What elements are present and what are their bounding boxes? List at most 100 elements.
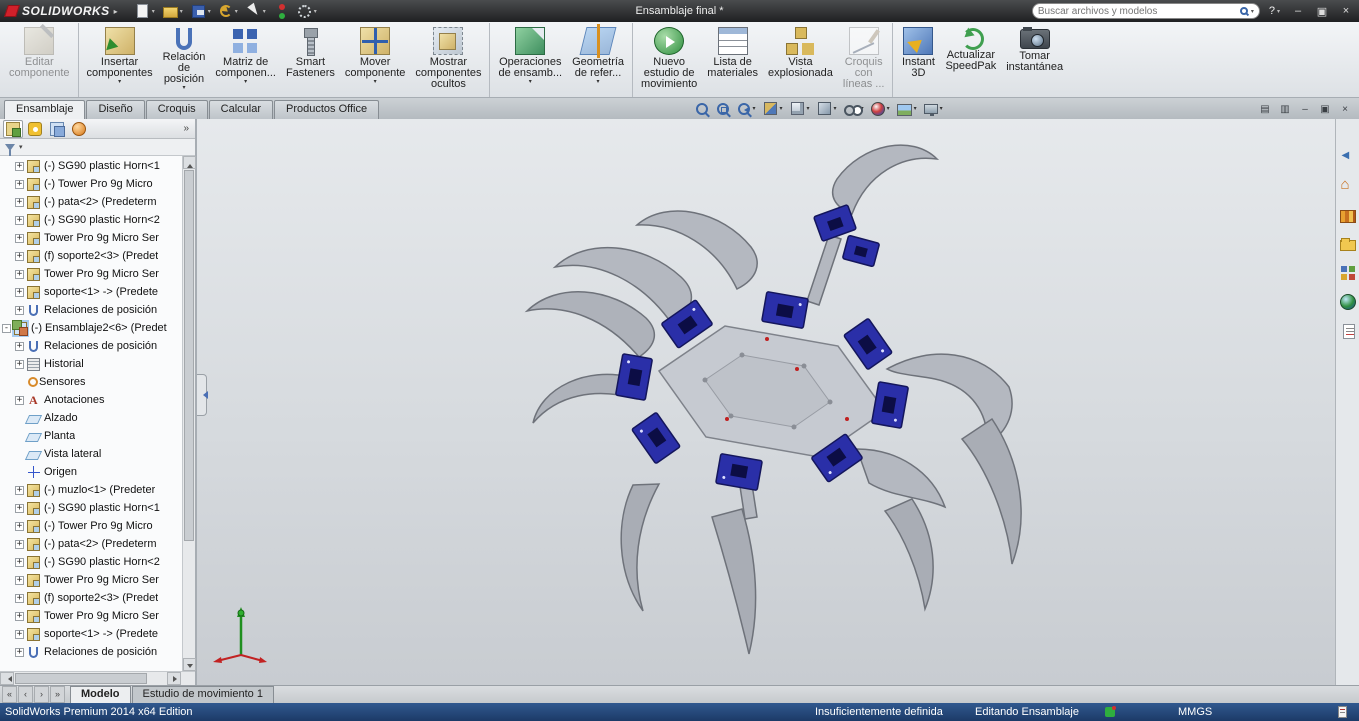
expand-toggle[interactable]: + [15, 521, 24, 531]
tab-modelo[interactable]: Modelo [70, 686, 131, 703]
open-document-button[interactable]: ▾ [160, 3, 186, 19]
expand-toggle[interactable]: + [15, 251, 24, 261]
dropdown-caret-icon[interactable]: ▾ [314, 8, 317, 15]
tree-item[interactable]: + Tower Pro 9g Micro Ser [0, 607, 182, 625]
design-library-button[interactable] [1338, 205, 1358, 225]
last-tab-button[interactable]: » [50, 686, 65, 703]
tree-item[interactable]: + (-) muzlo<1> (Predeter [0, 481, 182, 499]
hide-show-items-button[interactable]: ▾ [842, 100, 866, 117]
editar-componente-button[interactable]: Editar componente [4, 23, 75, 97]
expand-toggle[interactable]: + [15, 197, 24, 207]
task-pane-collapse-button[interactable] [1338, 147, 1358, 167]
tree-item[interactable]: Vista lateral [0, 445, 182, 463]
quick-tips-icon[interactable] [1105, 706, 1116, 717]
graphics-area[interactable] [197, 119, 1335, 685]
tree-item[interactable]: + (-) pata<2> (Predeterm [0, 193, 182, 211]
tree-item[interactable]: + Anotaciones [0, 391, 182, 409]
actualizar-speedpak-button[interactable]: Actualizar SpeedPak [940, 23, 1001, 97]
units-selector[interactable]: MMGS [1178, 703, 1212, 721]
mover-componente-button[interactable]: Mover componente ▾ [340, 23, 411, 97]
save-button[interactable]: ▾ [188, 3, 214, 20]
expand-toggle[interactable] [15, 432, 24, 441]
solidworks-resources-button[interactable] [1338, 176, 1358, 196]
magnifier-icon[interactable] [1239, 7, 1248, 15]
tree-item[interactable]: Planta [0, 427, 182, 445]
expand-toggle[interactable]: + [15, 395, 24, 405]
expand-toggle[interactable]: + [15, 161, 24, 171]
select-button[interactable]: ▾ [243, 3, 269, 20]
tree-item[interactable]: + (-) Tower Pro 9g Micro [0, 175, 182, 193]
next-tab-button[interactable]: › [34, 686, 49, 703]
vista-explosionada-button[interactable]: Vista explosionada [763, 23, 838, 97]
instant-3d-button[interactable]: Instant 3D [892, 23, 940, 97]
matriz-de-componentes-button[interactable]: Matriz de componen... ▾ [210, 23, 281, 97]
filter-caret-icon[interactable]: ▾ [19, 143, 23, 151]
expand-toggle[interactable]: + [15, 359, 24, 369]
dropdown-caret-icon[interactable]: ▾ [180, 8, 183, 15]
search-input[interactable] [1037, 5, 1237, 17]
expand-toggle[interactable]: + [15, 233, 24, 243]
tree-item[interactable]: + (-) SG90 plastic Horn<2 [0, 553, 182, 571]
expand-toggle[interactable]: - [2, 323, 11, 333]
tab-diseno[interactable]: Diseño [86, 100, 145, 119]
panel-collapse-handle[interactable] [197, 374, 208, 416]
options-button[interactable]: ▾ [294, 3, 320, 20]
tab-ensamblaje[interactable]: Ensamblaje [4, 100, 86, 119]
expand-toggle[interactable]: + [15, 575, 24, 585]
tab-croquis[interactable]: Croquis [145, 100, 208, 119]
tree-item[interactable]: + soporte<1> -> (Predete [0, 283, 182, 301]
tree-horizontal-scrollbar[interactable] [0, 671, 195, 685]
display-style-button[interactable]: ▾ [815, 100, 839, 117]
edit-appearance-button[interactable]: ▾ [869, 101, 892, 117]
expand-toggle[interactable] [15, 450, 24, 459]
new-document-button[interactable]: ▾ [132, 3, 158, 19]
dropdown-caret-icon[interactable]: ▾ [263, 8, 266, 15]
scroll-up-arrow[interactable] [183, 156, 196, 169]
expand-toggle[interactable]: + [15, 305, 24, 315]
apply-scene-button[interactable]: ▾ [895, 101, 919, 117]
expand-toggle[interactable] [15, 378, 24, 387]
insertar-componentes-button[interactable]: Insertar componentes ▾ [77, 23, 158, 97]
nuevo-estudio-de-movimiento-button[interactable]: Nuevo estudio de movimiento [632, 23, 702, 97]
rebuild-button[interactable] [271, 3, 292, 20]
expand-toggle[interactable]: + [15, 629, 24, 639]
tree-item[interactable]: Sensores [0, 373, 182, 391]
tree-item[interactable]: + Relaciones de posición [0, 643, 182, 661]
tree-item[interactable]: + Tower Pro 9g Micro Ser [0, 571, 182, 589]
expand-toggle[interactable]: + [15, 287, 24, 297]
tag-icon[interactable] [1338, 706, 1347, 718]
expand-toggle[interactable]: + [15, 647, 24, 657]
vertical-scroll-thumb[interactable] [184, 170, 194, 541]
tree-item[interactable]: + (-) SG90 plastic Horn<1 [0, 499, 182, 517]
assembly-model-hexapod-robot[interactable] [197, 119, 1335, 685]
expand-toggle[interactable]: + [15, 179, 24, 189]
tree-item[interactable]: + soporte<1> -> (Predete [0, 625, 182, 643]
zoom-to-fit-button[interactable] [693, 101, 711, 117]
expand-toggle[interactable]: + [15, 611, 24, 621]
document-restore-button[interactable]: ▣ [1317, 103, 1333, 116]
tree-item[interactable]: Alzado [0, 409, 182, 427]
first-tab-button[interactable]: « [2, 686, 17, 703]
tree-item[interactable]: + Tower Pro 9g Micro Ser [0, 265, 182, 283]
expand-toggle[interactable]: + [15, 215, 24, 225]
tree-item[interactable]: - (-) Ensamblaje2<6> (Predet [0, 319, 182, 337]
scroll-down-arrow[interactable] [183, 658, 196, 671]
expand-toggle[interactable]: + [15, 503, 24, 513]
expand-toggle[interactable] [15, 414, 24, 423]
close-button[interactable]: × [1337, 5, 1355, 17]
expand-toggle[interactable]: + [15, 269, 24, 279]
view-orientation-button[interactable]: ▾ [788, 100, 812, 117]
dropdown-caret-icon[interactable]: ▾ [152, 8, 155, 15]
tab-productos-office[interactable]: Productos Office [274, 100, 380, 119]
tree-item[interactable]: + (-) Tower Pro 9g Micro [0, 517, 182, 535]
horizontal-scroll-thumb[interactable] [15, 673, 147, 684]
view-settings-button[interactable]: ▾ [922, 102, 945, 116]
tree-vertical-scrollbar[interactable] [182, 156, 196, 671]
croquis-con-lineas-button[interactable]: Croquis con líneas ... [838, 23, 890, 97]
operaciones-de-ensamblaje-button[interactable]: Operaciones de ensamb... ▾ [489, 23, 567, 97]
tab-calcular[interactable]: Calcular [208, 100, 273, 119]
expand-toggle[interactable]: + [15, 485, 24, 495]
propertymanager-tab[interactable] [25, 120, 45, 138]
prev-tab-button[interactable]: ‹ [18, 686, 33, 703]
featuremanager-tab[interactable] [3, 119, 23, 138]
